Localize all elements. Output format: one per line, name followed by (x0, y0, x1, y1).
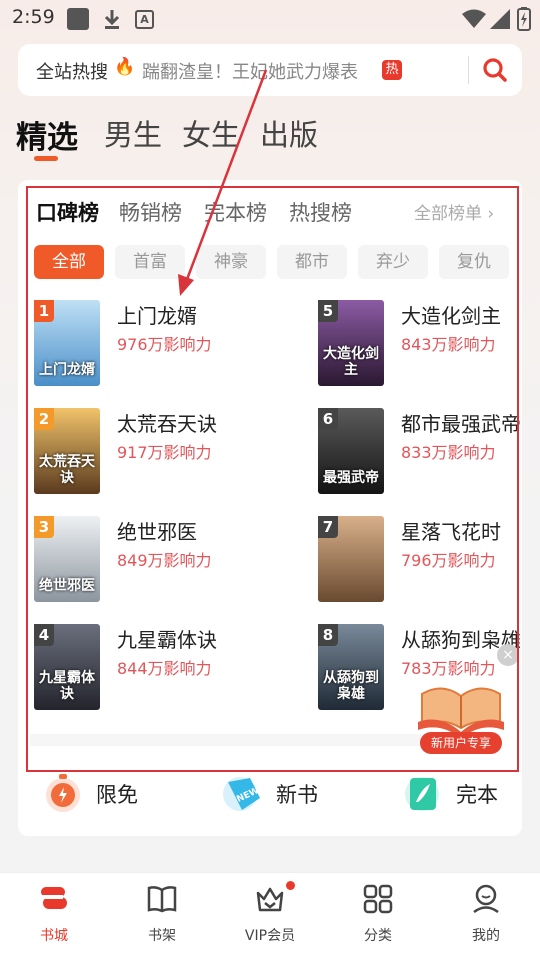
book-title: 九星霸体诀 (117, 628, 217, 652)
rank-tab-bestseller[interactable]: 畅销榜 (119, 197, 182, 227)
crown-icon (256, 887, 284, 912)
active-tab-indicator (34, 156, 58, 161)
promo-tag: 新用户专享 (420, 732, 502, 754)
download-icon (104, 10, 120, 29)
tab-male[interactable]: 男生 (104, 112, 162, 154)
status-bar: 2:59 A (0, 0, 540, 36)
book-feather-icon (405, 777, 439, 811)
book-title: 太荒吞天诀 (117, 412, 217, 436)
book-item[interactable]: 九星霸体诀 4 九星霸体诀 844万影响力 (34, 624, 274, 714)
status-time: 2:59 (12, 6, 55, 28)
notification-app-icon (67, 8, 89, 30)
book-influence: 796万影响力 (401, 551, 496, 570)
book-item[interactable]: 7 星落飞花时 796万影响力 (318, 516, 540, 606)
tab-female[interactable]: 女生 (182, 112, 240, 154)
chip-tycoon[interactable]: 神豪 (196, 245, 266, 279)
chip-urban[interactable]: 都市 (277, 245, 347, 279)
nav-label: 我的 (472, 928, 500, 944)
book-item[interactable]: 绝世邪医 3 绝世邪医 849万影响力 (34, 516, 274, 606)
book-influence: 976万影响力 (117, 335, 212, 354)
search-placeholder-query[interactable]: 踹翻渣皇！王妃她武力爆表 (142, 58, 358, 84)
nav-category[interactable]: 分类 (324, 873, 432, 960)
quick-link-label: 限免 (96, 783, 138, 807)
book-influence: 849万影响力 (117, 551, 212, 570)
wifi-icon (462, 9, 486, 28)
notification-dot (286, 881, 295, 890)
book-title: 上门龙婿 (117, 304, 197, 328)
chip-revenge[interactable]: 复仇 (439, 245, 509, 279)
book-influence: 917万影响力 (117, 443, 212, 462)
quick-link-label: 新书 (276, 783, 318, 807)
signal-icon (490, 9, 510, 29)
stopwatch-icon (46, 774, 80, 812)
nav-vip[interactable]: VIP会员 (216, 873, 324, 960)
book-title: 绝世邪医 (117, 520, 197, 544)
hot-badge: 热 (382, 60, 402, 80)
book-title: 大造化剑主 (401, 304, 501, 328)
rank-tab-completed[interactable]: 完本榜 (204, 197, 267, 227)
book-item[interactable]: 上门龙婿 1 上门龙婿 976万影响力 (34, 300, 274, 390)
card-footer-strip (30, 734, 470, 746)
user-icon (473, 884, 499, 914)
rank-badge: 3 (34, 516, 54, 538)
rank-badge: 1 (34, 300, 54, 322)
rank-badge: 5 (318, 300, 338, 322)
rank-badge: 8 (318, 624, 338, 646)
book-title: 星落飞花时 (401, 520, 501, 544)
rank-badge: 7 (318, 516, 338, 538)
chip-abandoned[interactable]: 弃少 (358, 245, 428, 279)
nav-label: VIP会员 (244, 928, 296, 944)
book-influence: 833万影响力 (401, 443, 496, 462)
search-icon[interactable] (478, 54, 512, 86)
bookstore-icon (41, 887, 67, 909)
book-influence: 843万影响力 (401, 335, 496, 354)
open-book-icon (418, 687, 504, 738)
bottom-nav: 书城 书架 VIP会员 分类 我的 (0, 872, 540, 960)
battery-icon (517, 7, 531, 31)
promo-close-button[interactable]: × (497, 644, 519, 666)
new-tag-icon: NEW (223, 777, 261, 811)
nav-label: 书架 (148, 928, 176, 944)
book-item[interactable]: 太荒吞天诀 2 太荒吞天诀 917万影响力 (34, 408, 274, 498)
nav-bookshelf[interactable]: 书架 (108, 873, 216, 960)
tab-featured[interactable]: 精选 (16, 112, 78, 157)
book-item[interactable]: 大造化剑主 5 大造化剑主 843万影响力 (318, 300, 540, 390)
rank-badge: 2 (34, 408, 54, 430)
rank-tab-hotsearch[interactable]: 热搜榜 (289, 197, 352, 227)
search-bar[interactable]: 全站热搜 🔥 踹翻渣皇！王妃她武力爆表 热 (18, 44, 522, 96)
nav-label: 书城 (40, 928, 68, 944)
rank-tab-reputation[interactable]: 口碑榜 (36, 197, 99, 227)
chip-all[interactable]: 全部 (34, 245, 104, 279)
book-influence: 844万影响力 (117, 659, 212, 678)
all-rankings-link[interactable]: 全部榜单 › (414, 199, 494, 224)
nav-profile[interactable]: 我的 (432, 873, 540, 960)
book-item[interactable]: 最强武帝 6 都市最强武帝 833万影响力 (318, 408, 540, 498)
tab-publishing[interactable]: 出版 (260, 112, 318, 154)
rank-badge: 4 (34, 624, 54, 646)
book-open-icon (147, 886, 177, 913)
search-divider (468, 56, 469, 84)
rank-badge: 6 (318, 408, 338, 430)
quick-link-label: 完本 (456, 783, 498, 807)
book-title: 都市最强武帝 (401, 412, 521, 436)
fire-icon: 🔥 (114, 57, 136, 77)
a-notification-icon: A (135, 10, 154, 29)
grid-icon (363, 884, 393, 914)
nav-label: 分类 (364, 928, 392, 944)
nav-bookstore[interactable]: 书城 (0, 873, 108, 960)
search-hot-label: 全站热搜 (36, 62, 108, 83)
new-user-promo[interactable]: 新用户专享 (414, 674, 508, 754)
chip-richest[interactable]: 首富 (115, 245, 185, 279)
